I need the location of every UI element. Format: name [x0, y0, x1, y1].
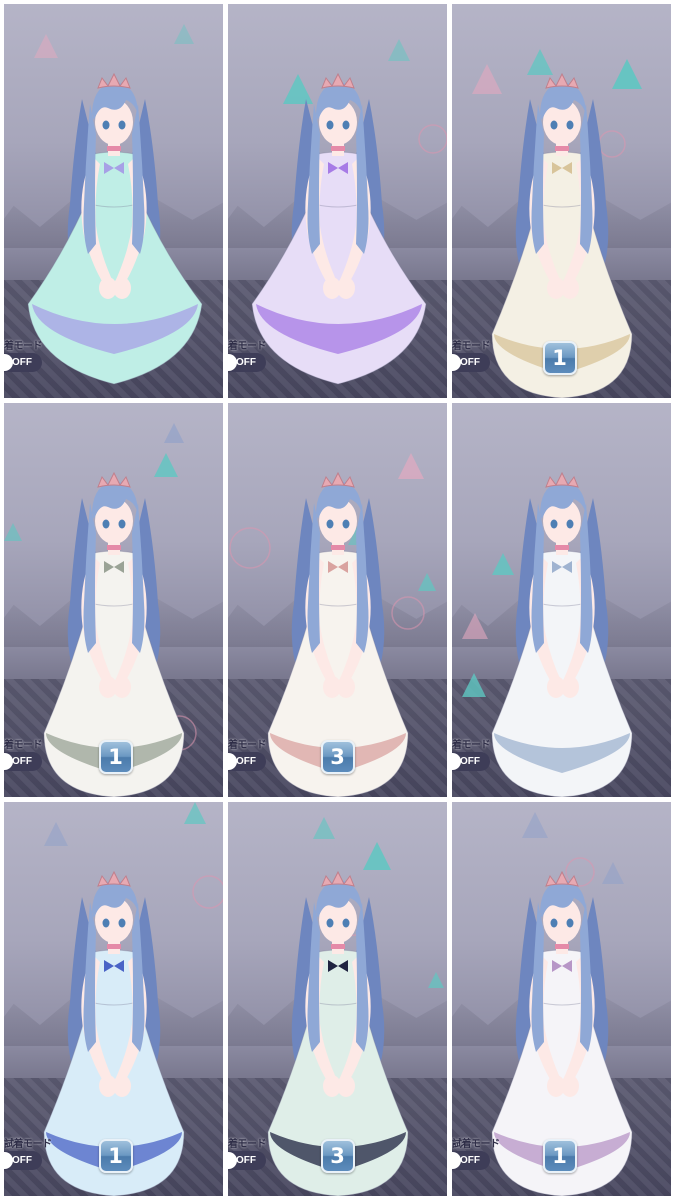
try-on-mode-toggle[interactable]: OFF: [228, 353, 266, 372]
tiara: [97, 870, 131, 887]
tiara: [545, 471, 579, 488]
toggle-state-text: OFF: [236, 357, 256, 368]
left-eye: [550, 519, 558, 529]
right-hand: [337, 1075, 355, 1097]
right-hand: [113, 1075, 131, 1097]
left-eye: [550, 918, 558, 928]
outfit-card[interactable]: 着モード OFF 1: [4, 403, 223, 797]
choker: [555, 944, 569, 949]
choker: [555, 146, 569, 151]
try-on-mode-toggle[interactable]: OFF: [4, 353, 42, 372]
try-on-mode-label: 着モード: [228, 341, 267, 352]
outfit-card[interactable]: 着モード OFF: [228, 4, 447, 398]
character: [27, 72, 203, 385]
tiara: [321, 471, 355, 488]
choker: [107, 944, 121, 949]
character: [491, 471, 633, 797]
left-eye: [550, 120, 558, 130]
try-on-mode-label: 着モード: [4, 341, 43, 352]
outfit-card[interactable]: 着モード OFF 3: [228, 802, 447, 1196]
tiara: [321, 870, 355, 887]
outfit-grid: 着モード OFF 着モード OFF 着モード OFF 1 着モード OFF 1 着モード OFF 3 着モ…: [0, 0, 675, 1200]
toggle-state-text: OFF: [460, 756, 480, 767]
choker: [107, 146, 121, 151]
right-hand: [113, 676, 131, 698]
right-eye: [342, 519, 350, 529]
try-on-mode-label: 着モード: [4, 740, 43, 751]
quantity-badge: 1: [98, 1139, 133, 1173]
right-hand: [561, 1075, 579, 1097]
right-eye: [118, 120, 126, 130]
try-on-mode-toggle[interactable]: OFF: [228, 1151, 266, 1170]
try-on-mode-toggle[interactable]: OFF: [452, 752, 490, 771]
toggle-state-text: OFF: [12, 756, 32, 767]
left-eye: [102, 918, 110, 928]
try-on-mode-toggle[interactable]: OFF: [4, 752, 42, 771]
right-eye: [342, 120, 350, 130]
toggle-state-text: OFF: [460, 1155, 480, 1166]
choker: [331, 146, 345, 151]
right-eye: [566, 120, 574, 130]
choker: [331, 545, 345, 550]
tiara: [545, 72, 579, 89]
quantity-badge: 1: [98, 740, 133, 774]
right-eye: [118, 519, 126, 529]
tiara: [97, 72, 131, 89]
left-eye: [102, 120, 110, 130]
left-eye: [326, 519, 334, 529]
try-on-mode-toggle[interactable]: OFF: [228, 752, 266, 771]
tiara: [321, 72, 355, 89]
left-eye: [326, 918, 334, 928]
outfit-card[interactable]: 試着モード OFF 1: [452, 802, 671, 1196]
outfit-card[interactable]: 着モード OFF 3: [228, 403, 447, 797]
left-eye: [326, 120, 334, 130]
tiara: [97, 471, 131, 488]
right-eye: [566, 519, 574, 529]
right-eye: [566, 918, 574, 928]
choker: [331, 944, 345, 949]
toggle-state-text: OFF: [12, 1155, 32, 1166]
quantity-badge: 1: [542, 341, 577, 375]
toggle-state-text: OFF: [460, 357, 480, 368]
outfit-card[interactable]: 着モード OFF: [452, 403, 671, 797]
try-on-mode-label: 着モード: [452, 341, 491, 352]
right-hand: [337, 676, 355, 698]
right-hand: [561, 277, 579, 299]
try-on-mode-label: 着モード: [228, 740, 267, 751]
try-on-mode-toggle[interactable]: OFF: [452, 353, 490, 372]
left-eye: [102, 519, 110, 529]
right-hand: [337, 277, 355, 299]
outfit-card[interactable]: 着モード OFF: [4, 4, 223, 398]
tiara: [545, 870, 579, 887]
outfit-card[interactable]: 試着モード OFF 1: [4, 802, 223, 1196]
quantity-badge: 1: [542, 1139, 577, 1173]
try-on-mode-label: 着モード: [228, 1139, 267, 1150]
choker: [107, 545, 121, 550]
quantity-badge: 3: [320, 1139, 355, 1173]
right-hand: [113, 277, 131, 299]
toggle-state-text: OFF: [236, 1155, 256, 1166]
choker: [555, 545, 569, 550]
try-on-mode-toggle[interactable]: OFF: [4, 1151, 42, 1170]
try-on-mode-label: 試着モード: [4, 1139, 52, 1150]
right-hand: [561, 676, 579, 698]
right-eye: [342, 918, 350, 928]
try-on-mode-label: 試着モード: [452, 1139, 500, 1150]
toggle-state-text: OFF: [236, 756, 256, 767]
outfit-card[interactable]: 着モード OFF 1: [452, 4, 671, 398]
right-eye: [118, 918, 126, 928]
quantity-badge: 3: [320, 740, 355, 774]
toggle-state-text: OFF: [12, 357, 32, 368]
try-on-mode-toggle[interactable]: OFF: [452, 1151, 490, 1170]
try-on-mode-label: 着モード: [452, 740, 491, 751]
character: [251, 72, 427, 385]
